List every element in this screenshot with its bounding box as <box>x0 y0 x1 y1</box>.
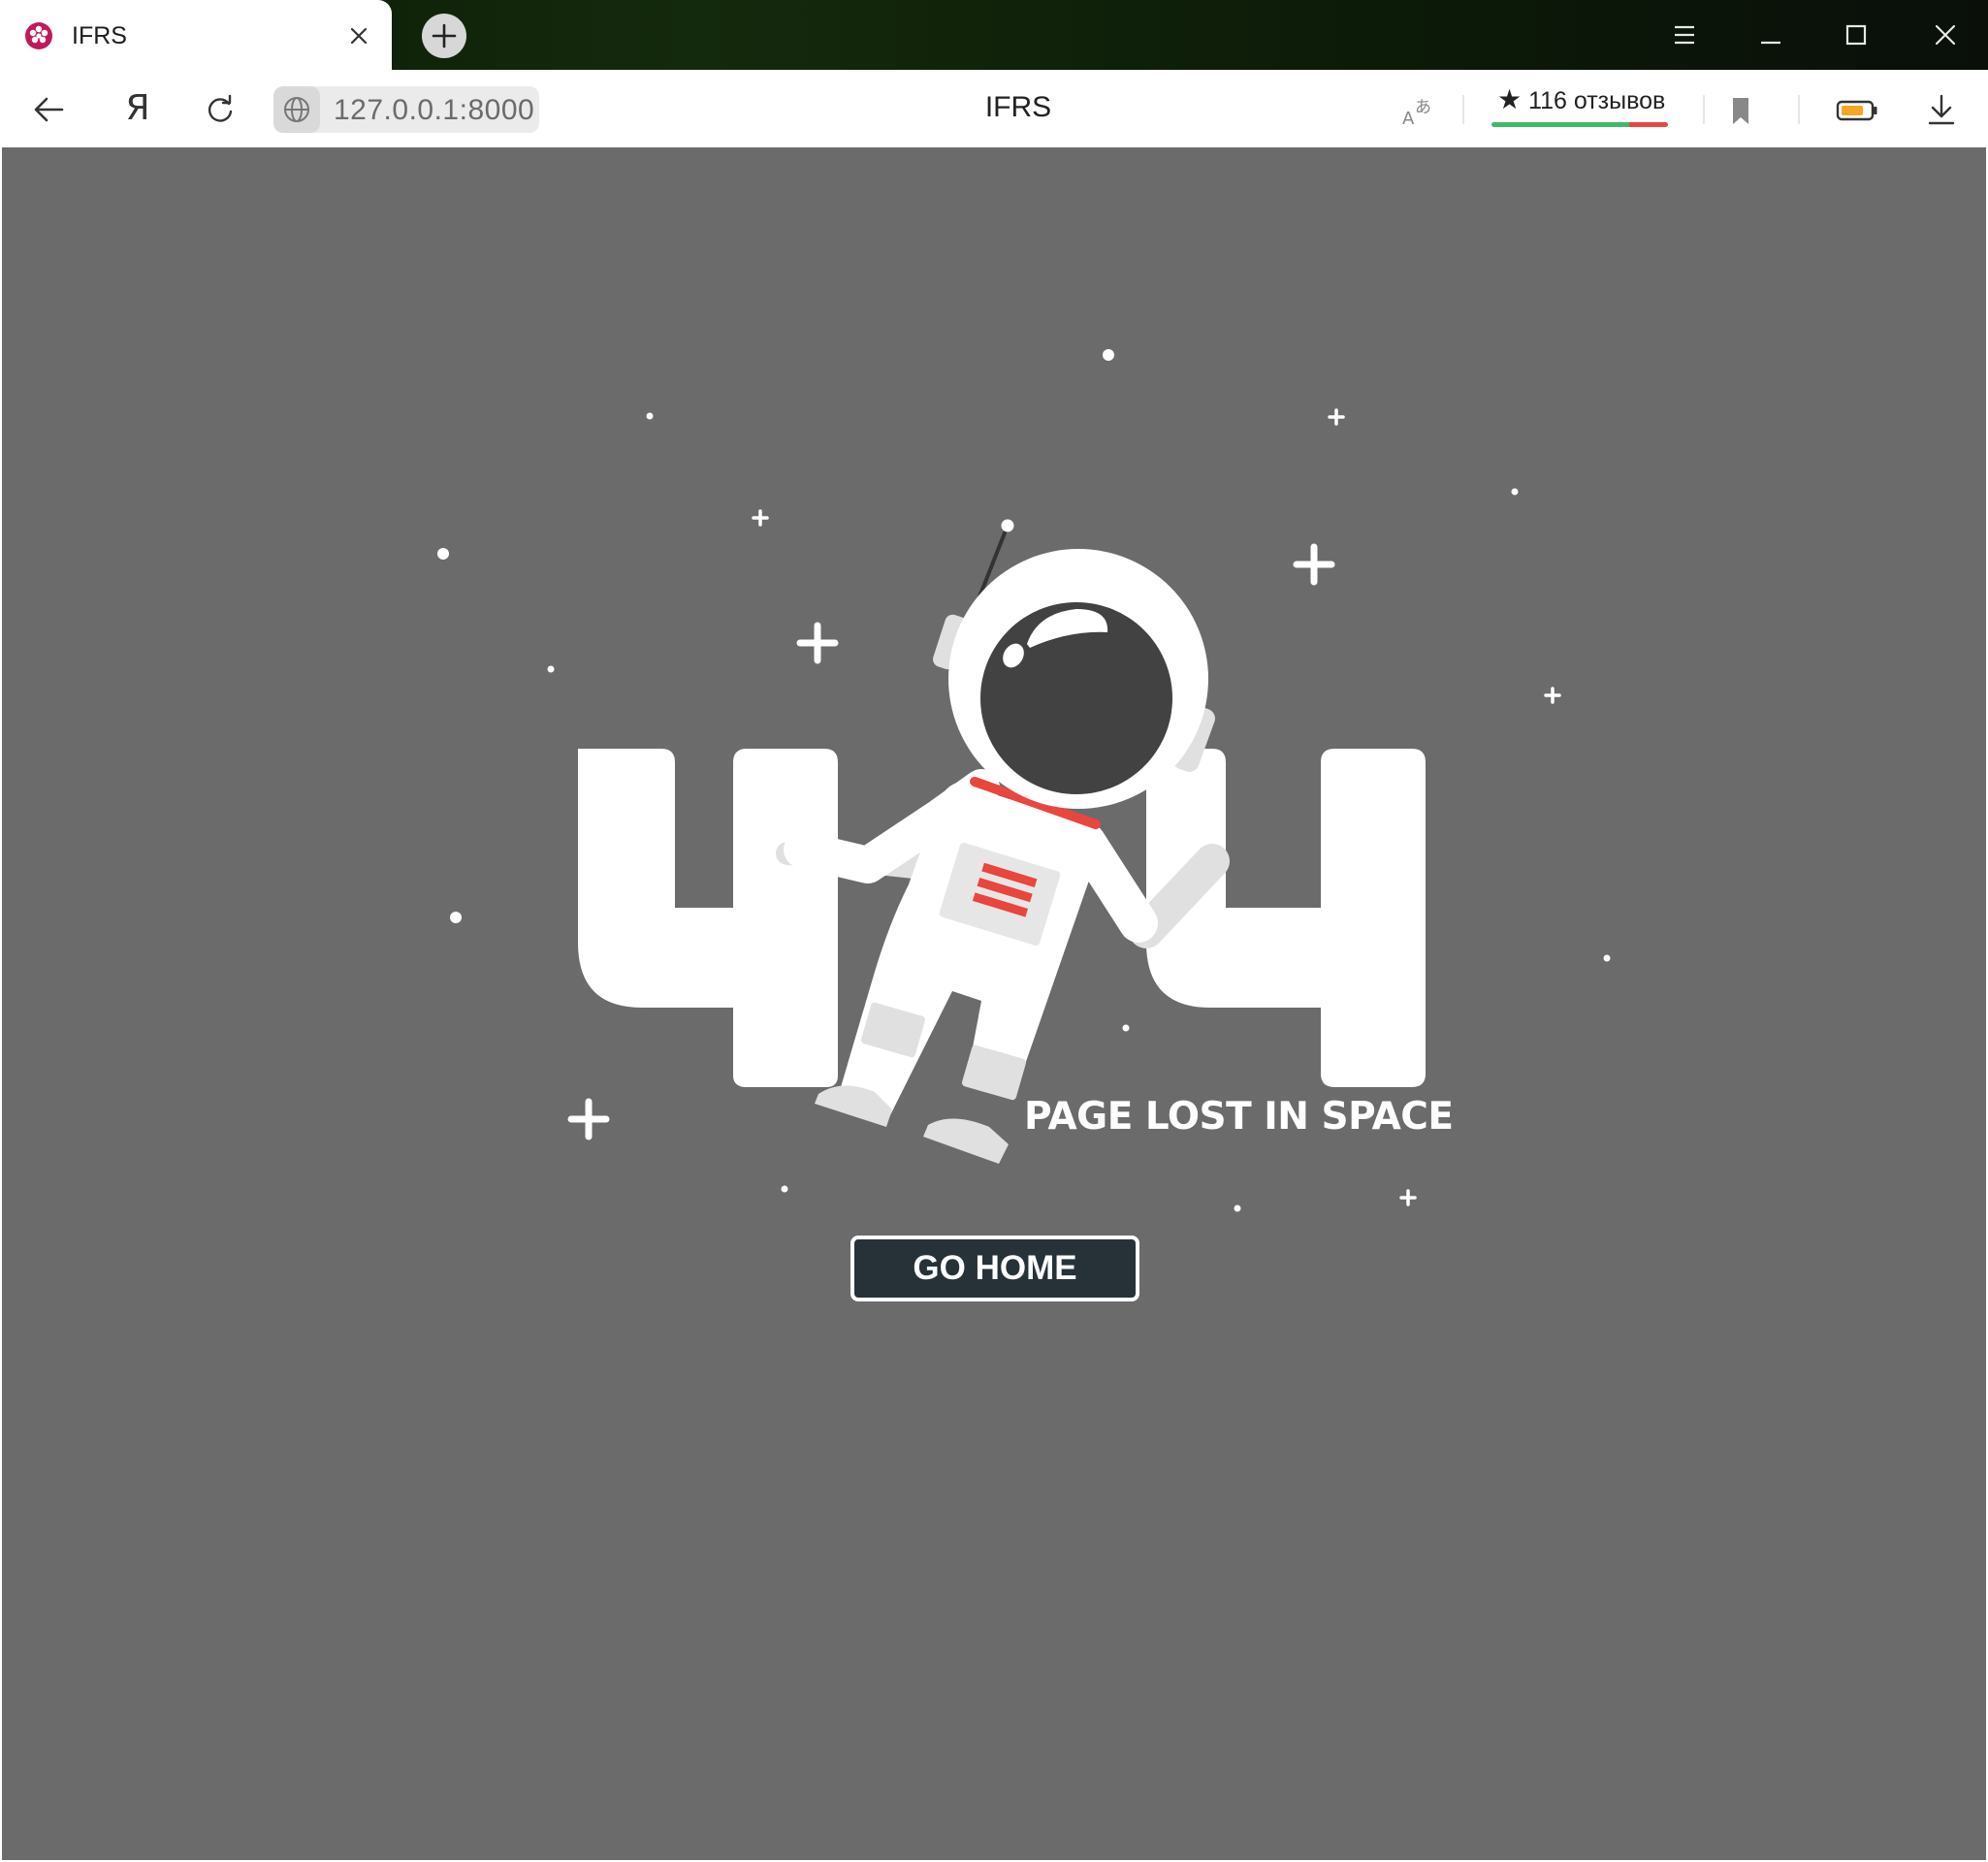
space-illustration <box>437 349 1611 1212</box>
sparkle-plus <box>567 1098 610 1140</box>
star-dot <box>450 912 462 923</box>
toolbar-separator <box>1462 95 1464 124</box>
toolbar-separator <box>1798 95 1800 124</box>
site-info-button[interactable] <box>273 86 320 133</box>
star-dot <box>1122 1024 1130 1032</box>
star-dot <box>1511 488 1519 496</box>
maximize-icon[interactable] <box>1839 17 1874 52</box>
globe-icon <box>284 97 309 122</box>
address-text: 127.0.0.1:8000 <box>334 94 535 126</box>
reload-icon[interactable] <box>201 91 240 130</box>
browser-toolbar: Я 127.0.0.1:8000 IFRS A あ ★ 116 отзывов <box>0 70 1988 147</box>
sparkle-plus <box>1293 543 1335 586</box>
sparkle-plus <box>1544 687 1561 704</box>
rating-bar-positive <box>1491 122 1629 127</box>
tab-title: IFRS <box>72 22 127 49</box>
minimize-icon[interactable] <box>1753 17 1788 52</box>
arrow-left-icon[interactable] <box>29 90 68 129</box>
rating-bar-negative <box>1629 122 1668 127</box>
toolbar-separator <box>1703 95 1705 124</box>
star-dot <box>1603 954 1611 962</box>
battery-icon[interactable] <box>1836 90 1878 129</box>
menu-icon[interactable] <box>1667 17 1702 52</box>
yandex-home-button[interactable]: Я <box>118 86 157 131</box>
star-dot <box>547 665 555 673</box>
window-close-icon[interactable] <box>1928 17 1963 52</box>
star-dot <box>1103 349 1114 361</box>
page-subtitle: PAGE LOST IN SPACE <box>1024 1095 1454 1139</box>
star-dot <box>646 412 654 420</box>
sparkle-plus <box>1399 1189 1417 1206</box>
browser-window: IFRS Я 127.0.0.1:8000 IFRS A あ ★ 116 отз… <box>0 0 1988 1862</box>
bookmark-icon[interactable] <box>1721 91 1760 130</box>
star-dot <box>781 1185 788 1193</box>
page-title: IFRS <box>984 91 1052 123</box>
sparkle-plus <box>1328 408 1345 426</box>
go-home-button[interactable]: GO HOME <box>850 1236 1139 1301</box>
star-icon: ★ <box>1497 84 1523 114</box>
digit-four-right <box>1146 749 1426 1087</box>
reviews-label: 116 отзывов <box>1528 87 1666 114</box>
star-dot <box>1234 1204 1241 1212</box>
star-dot <box>437 548 449 560</box>
tab-strip: IFRS <box>0 0 1988 70</box>
close-icon[interactable] <box>345 22 372 49</box>
reviews-badge[interactable]: ★ 116 отзывов <box>1491 85 1672 134</box>
new-tab-button[interactable] <box>422 14 466 58</box>
page-content: PAGE LOST IN SPACE GO HOME <box>2 147 1986 1860</box>
sparkle-plus <box>752 509 769 527</box>
sparkle-plus <box>796 622 839 664</box>
download-icon[interactable] <box>1922 90 1961 129</box>
digit-four-left <box>578 749 838 1087</box>
reviews-text: ★ 116 отзывов <box>1497 85 1665 115</box>
translate-icon[interactable]: A あ <box>1400 91 1439 130</box>
raspberry-icon <box>25 22 52 49</box>
tab-active[interactable]: IFRS <box>0 0 392 70</box>
plus-icon <box>432 23 457 48</box>
svg-text:A: A <box>1402 109 1415 129</box>
svg-text:あ: あ <box>1415 98 1431 117</box>
address-bar[interactable]: 127.0.0.1:8000 <box>273 86 539 133</box>
